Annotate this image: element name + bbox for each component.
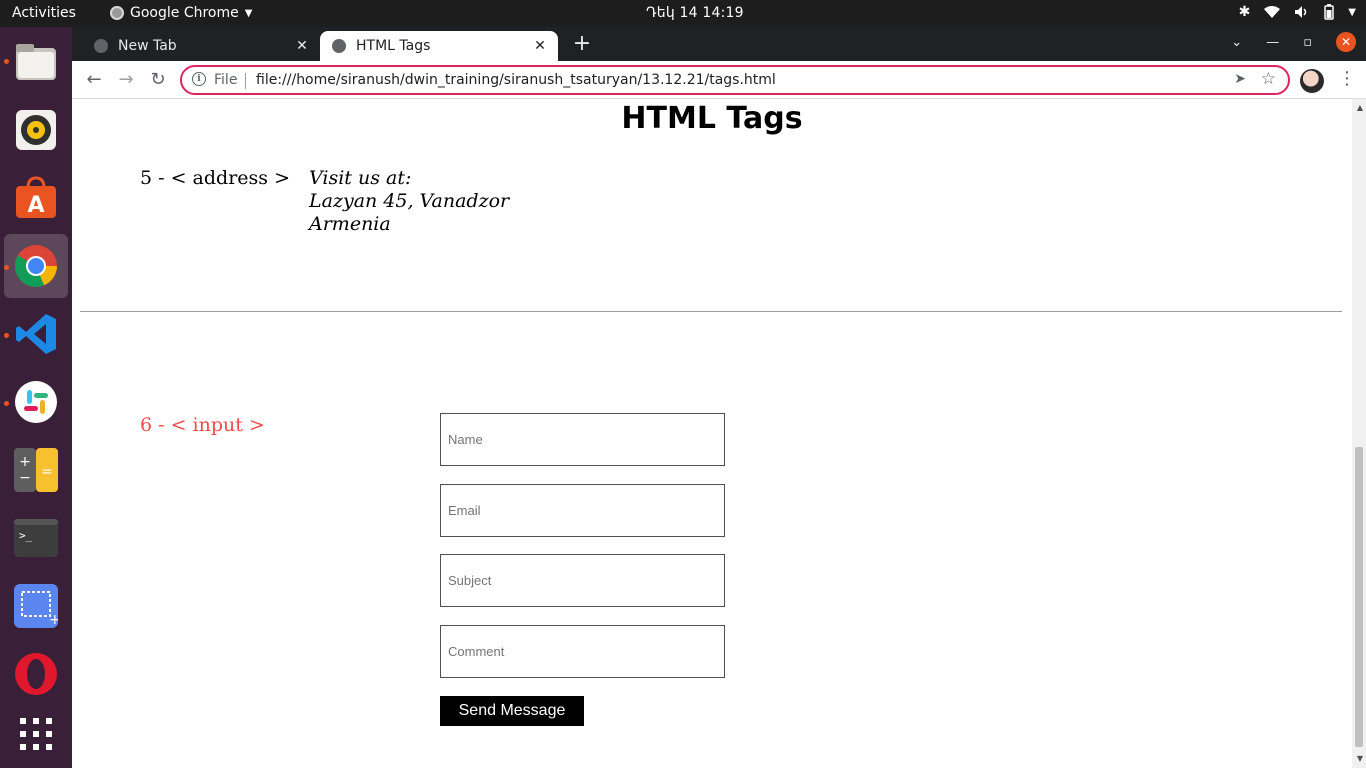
new-tab-button[interactable]: + — [570, 33, 594, 57]
chrome-favicon-icon — [94, 39, 108, 53]
page-title: HTML Tags — [621, 101, 803, 136]
omnibox-divider — [245, 73, 246, 89]
rhythmbox-icon[interactable] — [4, 98, 68, 162]
horizontal-rule — [80, 311, 1342, 312]
ubuntu-dock: A + − = >_ + — [0, 27, 72, 768]
svg-text:+: + — [49, 612, 58, 628]
files-icon[interactable] — [4, 30, 68, 94]
chrome-small-icon — [110, 6, 124, 20]
wifi-icon — [1264, 6, 1281, 18]
running-indicator — [4, 333, 9, 338]
close-window-button[interactable]: ✕ — [1336, 32, 1356, 52]
subject-field[interactable] — [440, 554, 725, 607]
tab-strip: New Tab ✕ HTML Tags ✕ + ⌄ — ▫ ✕ — [72, 27, 1366, 61]
tab-html-tags[interactable]: HTML Tags ✕ — [320, 31, 558, 61]
app-menu[interactable]: Google Chrome ▼ — [110, 5, 252, 21]
app-menu-label: Google Chrome — [130, 5, 239, 21]
slack-icon[interactable] — [4, 370, 68, 434]
globe-icon — [332, 39, 346, 53]
clock[interactable]: Դեկ 14 14:19 — [646, 5, 744, 21]
reload-icon[interactable]: ↻ — [146, 69, 170, 93]
comment-field[interactable] — [440, 625, 725, 678]
address-line: Lazyan 45, Vanadzor — [309, 190, 510, 212]
tab-new-tab[interactable]: New Tab ✕ — [82, 31, 320, 61]
chrome-window: New Tab ✕ HTML Tags ✕ + ⌄ — ▫ ✕ ← → ↻ i … — [72, 27, 1366, 768]
maximize-button[interactable]: ▫ — [1303, 35, 1312, 50]
software-center-icon[interactable]: A — [4, 166, 68, 230]
tab-title: New Tab — [118, 38, 177, 54]
address-line: Armenia — [309, 213, 391, 235]
info-icon[interactable]: i — [192, 72, 206, 86]
volume-icon — [1295, 6, 1307, 18]
page-content: HTML Tags 5 - < address > Visit us at: L… — [72, 99, 1366, 768]
battery-icon — [1324, 4, 1335, 20]
opera-icon[interactable] — [4, 642, 68, 706]
scheme-label: File — [214, 72, 238, 88]
calculator-icon[interactable]: + − = — [4, 438, 68, 502]
address-section-label: 5 - < address > — [140, 167, 290, 189]
address-line: Visit us at: — [309, 167, 412, 189]
forward-arrow-icon[interactable]: → — [114, 69, 138, 93]
input-section-label: 6 - < input > — [140, 414, 265, 436]
send-message-button[interactable]: Send Message — [440, 696, 584, 726]
address-block: Visit us at: Lazyan 45, Vanadzor Armenia — [309, 167, 509, 236]
back-arrow-icon[interactable]: ← — [82, 69, 106, 93]
browser-toolbar: ← → ↻ i File file:///home/siranush/dwin_… — [72, 61, 1366, 99]
svg-text:A: A — [27, 193, 44, 218]
system-top-bar: Activities Google Chrome ▼ Դեկ 14 14:19 … — [0, 0, 1366, 27]
menu-kebab-icon[interactable]: ⋮ — [1338, 68, 1356, 92]
minimize-button[interactable]: — — [1266, 35, 1279, 50]
scroll-down-arrow-icon[interactable]: ▼ — [1357, 754, 1363, 763]
activities-button[interactable]: Activities — [12, 5, 76, 21]
window-controls: ⌄ — ▫ ✕ — [1231, 32, 1356, 52]
svg-text:+: + — [19, 454, 31, 470]
vertical-scrollbar[interactable]: ▲ ▼ — [1352, 99, 1366, 768]
svg-text:>_: >_ — [19, 529, 33, 542]
slack-tray-icon[interactable]: ✱ — [1239, 4, 1251, 20]
screenshot-icon[interactable]: + — [4, 574, 68, 638]
send-to-devices-icon[interactable]: ➤ — [1234, 71, 1246, 87]
running-indicator — [4, 265, 9, 270]
bookmark-star-icon[interactable]: ☆ — [1261, 69, 1276, 89]
svg-text:−: − — [19, 470, 31, 486]
chevron-down-icon: ▼ — [244, 7, 253, 19]
address-bar[interactable]: i File file:///home/siranush/dwin_traini… — [180, 65, 1290, 95]
tab-search-chevron-icon[interactable]: ⌄ — [1231, 35, 1242, 50]
url-text[interactable]: file:///home/siranush/dwin_training/sira… — [256, 72, 776, 88]
close-tab-icon[interactable]: ✕ — [290, 38, 314, 54]
name-field[interactable] — [440, 413, 725, 466]
close-tab-icon[interactable]: ✕ — [528, 38, 552, 54]
terminal-icon[interactable]: >_ — [4, 506, 68, 570]
running-indicator — [4, 401, 9, 406]
vscode-icon[interactable] — [4, 302, 68, 366]
tab-title: HTML Tags — [356, 38, 431, 54]
chrome-icon[interactable] — [4, 234, 68, 298]
system-tray[interactable]: ✱ ▼ — [1239, 4, 1356, 20]
scroll-up-arrow-icon[interactable]: ▲ — [1357, 103, 1363, 112]
scrollbar-thumb[interactable] — [1355, 447, 1363, 747]
profile-avatar[interactable] — [1300, 69, 1324, 93]
svg-text:=: = — [41, 464, 53, 480]
email-field[interactable] — [440, 484, 725, 537]
system-menu-chevron-icon[interactable]: ▼ — [1348, 7, 1356, 18]
app-grid-icon[interactable] — [4, 702, 68, 766]
